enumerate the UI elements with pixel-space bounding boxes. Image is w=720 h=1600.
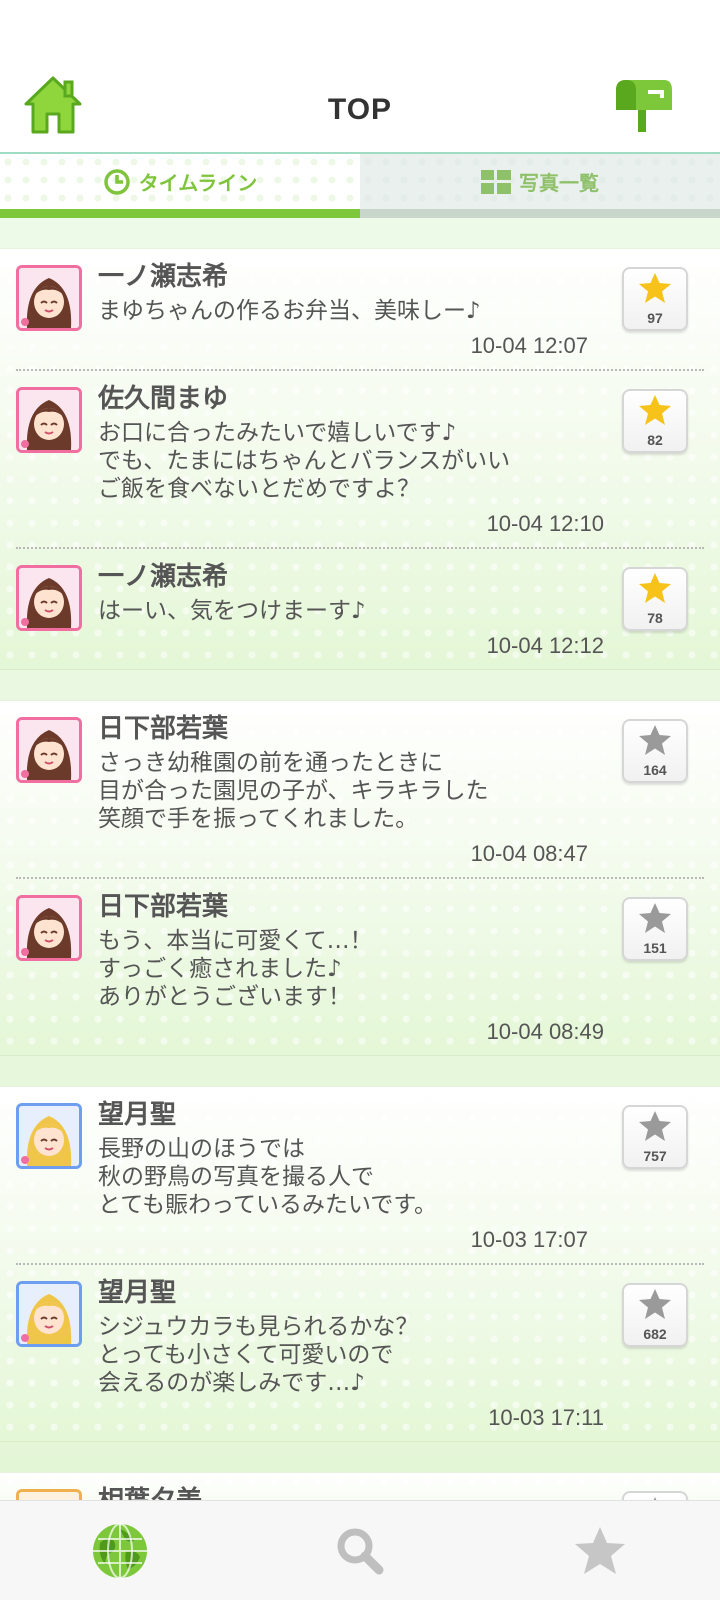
post-timestamp: 10-04 12:10: [486, 511, 604, 536]
avatar[interactable]: [16, 895, 82, 961]
post-message: もう、本当に可愛くて…！ すっごく癒されました♪ ありがとうございます！: [98, 928, 373, 1010]
star-icon: [638, 394, 672, 430]
tab-timeline[interactable]: タイムライン: [0, 154, 360, 218]
star-icon: [575, 1526, 625, 1574]
post-timestamp: 10-04 08:47: [470, 841, 588, 866]
home-icon: [24, 76, 82, 134]
post-author: 望月聖: [98, 1278, 177, 1308]
timeline-post: 一ノ瀬志希まゆちゃんの作るお弁当、美味しー♪ 10-04 12:07 97: [0, 249, 720, 369]
timeline-post: 日下部若葉もう、本当に可愛くて…！ すっごく癒されました♪ ありがとうございます…: [16, 877, 704, 1055]
tab-photo-list[interactable]: 写真一覧: [360, 154, 720, 218]
avatar[interactable]: [16, 565, 82, 631]
favorite-button[interactable]: 757: [622, 1105, 688, 1169]
avatar[interactable]: [16, 1489, 82, 1500]
post-author: 一ノ瀬志希: [98, 562, 229, 592]
post-author: 日下部若葉: [98, 714, 229, 744]
favorite-count: 82: [647, 432, 663, 448]
timeline-post: 佐久間まゆお口に合ったみたいで嬉しいです♪ でも、たまにはちゃんとバランスがいい…: [16, 369, 704, 547]
timeline-post: 相葉夕美わかるー！660: [0, 1473, 720, 1500]
tab-photo-list-label: 写真一覧: [519, 171, 599, 195]
tab-timeline-label: タイムライン: [138, 171, 258, 195]
tab-bar: タイムライン 写真一覧: [0, 152, 720, 218]
favorite-count: 164: [643, 762, 667, 778]
home-button[interactable]: [22, 74, 84, 136]
timeline-post: 望月聖長野の山のほうでは 秋の野鳥の写真を撮る人で とても賑わっているみたいです…: [0, 1087, 720, 1263]
post-message: 長野の山のほうでは 秋の野鳥の写真を撮る人で とても賑わっているみたいです。: [98, 1136, 438, 1218]
post-message: お口に合ったみたいで嬉しいです♪ でも、たまにはちゃんとバランスがいい ご飯を食…: [98, 420, 511, 502]
grid-icon: [481, 169, 511, 194]
post-author: 望月聖: [98, 1100, 177, 1130]
favorite-count: 97: [647, 310, 663, 326]
nav-timeline-button[interactable]: [85, 1516, 155, 1586]
favorite-button[interactable]: 164: [622, 719, 688, 783]
post-timestamp: 10-04 12:07: [470, 333, 588, 358]
star-icon: [638, 272, 672, 308]
timeline-post: 一ノ瀬志希はーい、気をつけまーす♪ 10-04 12:12 78: [16, 547, 704, 669]
mailbox-button[interactable]: [612, 76, 676, 134]
avatar[interactable]: [16, 1281, 82, 1347]
nav-search-button[interactable]: [325, 1516, 395, 1586]
nav-favorites-button[interactable]: [565, 1516, 635, 1586]
thread-group: 相葉夕美わかるー！660: [0, 1472, 720, 1500]
star-icon: [638, 1288, 672, 1324]
thread-group: 一ノ瀬志希 まゆちゃんの作るお弁当、美味しー♪ 10-04 12:07 97 佐久間まゆ…: [0, 248, 720, 670]
post-timestamp: 10-03 17:11: [488, 1405, 604, 1430]
status-bar: [0, 0, 720, 68]
avatar[interactable]: [16, 387, 82, 453]
star-icon: [638, 1110, 672, 1146]
clock-icon: [103, 168, 131, 196]
post-message: シジュウカラも見られるかな？ とっても小さくて可愛いので 会えるのが楽しみです……: [98, 1314, 419, 1396]
favorite-button[interactable]: 660: [622, 1491, 688, 1500]
avatar[interactable]: [16, 717, 82, 783]
favorite-button[interactable]: 151: [622, 897, 688, 961]
post-message: はーい、気をつけまーす♪: [98, 598, 366, 624]
post-author: 相葉夕美: [98, 1485, 704, 1500]
globe-icon: [93, 1522, 147, 1579]
star-icon: [638, 572, 672, 608]
timeline-list[interactable]: 一ノ瀬志希 まゆちゃんの作るお弁当、美味しー♪ 10-04 12:07 97 佐久間まゆ…: [0, 218, 720, 1500]
thread-group: 日下部若葉さっき幼稚園の前を通ったときに 目が合った園児の子が、キラキラした 笑…: [0, 700, 720, 1056]
post-timestamp: 10-03 17:07: [470, 1227, 588, 1252]
search-icon: [337, 1528, 384, 1574]
star-icon: [638, 724, 672, 760]
post-message: さっき幼稚園の前を通ったときに 目が合った園児の子が、キラキラした 笑顔で手を振…: [98, 750, 489, 832]
favorite-button[interactable]: 682: [622, 1283, 688, 1347]
star-icon: [638, 902, 672, 938]
avatar[interactable]: [16, 1103, 82, 1169]
mailbox-icon: [616, 80, 672, 132]
post-timestamp: 10-04 08:49: [486, 1019, 604, 1044]
favorite-button[interactable]: 97: [622, 267, 688, 331]
thread-group: 望月聖長野の山のほうでは 秋の野鳥の写真を撮る人で とても賑わっているみたいです…: [0, 1086, 720, 1442]
timeline-post: 望月聖シジュウカラも見られるかな？ とっても小さくて可愛いので 会えるのが楽しみ…: [16, 1263, 704, 1441]
post-author: 日下部若葉: [98, 892, 229, 922]
favorite-count: 757: [643, 1148, 667, 1164]
timeline-post: 日下部若葉さっき幼稚園の前を通ったときに 目が合った園児の子が、キラキラした 笑…: [0, 701, 720, 877]
post-author: 佐久間まゆ: [98, 384, 229, 414]
favorite-button[interactable]: 78: [622, 567, 688, 631]
app-header: TOP: [0, 68, 720, 152]
favorite-count: 151: [643, 940, 667, 956]
post-author: 一ノ瀬志希: [98, 262, 229, 292]
favorite-count: 78: [647, 610, 663, 626]
bottom-nav: [0, 1500, 720, 1600]
favorite-count: 682: [643, 1326, 667, 1342]
post-timestamp: 10-04 12:12: [486, 633, 604, 658]
avatar[interactable]: [16, 265, 82, 331]
favorite-button[interactable]: 82: [622, 389, 688, 453]
page-title: TOP: [327, 93, 393, 126]
post-message: まゆちゃんの作るお弁当、美味しー♪: [98, 298, 481, 324]
